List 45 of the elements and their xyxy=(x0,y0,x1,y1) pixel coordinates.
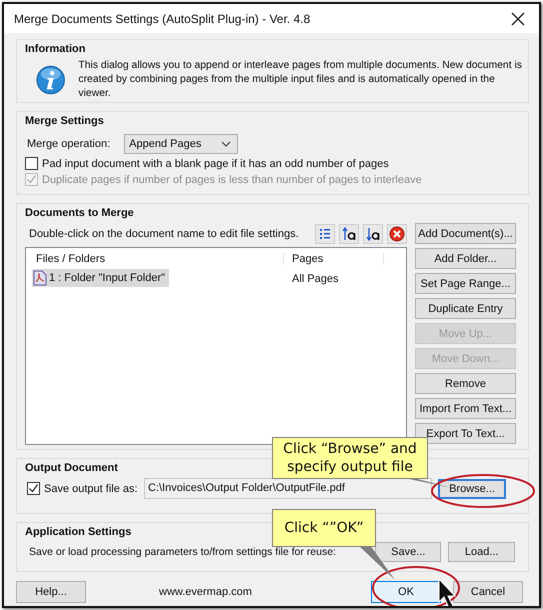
callout: Click “”OK” xyxy=(272,509,376,547)
delete-icon[interactable] xyxy=(387,224,407,244)
checkbox[interactable] xyxy=(27,482,40,495)
checkbox-label: Duplicate pages if number of pages is less than number of pages to interleave xyxy=(42,174,422,186)
checkbox-label: Save output file as: xyxy=(44,482,139,494)
side-button[interactable]: Set Page Range... xyxy=(415,273,516,294)
list-icon[interactable] xyxy=(315,224,335,244)
checkbox-label: Pad input document with a blank page if it has an odd number of pages xyxy=(42,158,389,170)
website-text: www.evermap.com xyxy=(159,586,253,598)
group-title: Information xyxy=(25,43,86,55)
settings-button[interactable]: Load... xyxy=(448,542,515,562)
column-header[interactable]: Pages xyxy=(284,253,384,265)
merge-operation-label: Merge operation: xyxy=(27,138,110,150)
information-text: This dialog allows you to append or interleave pages from multiple documents. New document is created by combining pages from the multiple input files and is automatically opened in the viewer. xyxy=(78,59,522,101)
cancel-button[interactable]: Cancel xyxy=(453,581,523,603)
callout: Click “Browse” and specify output file xyxy=(272,437,428,479)
side-button[interactable]: Add Folder... xyxy=(415,248,516,269)
side-button[interactable]: Remove xyxy=(415,373,516,394)
chevron-down-icon xyxy=(221,141,232,147)
ok-button[interactable]: OK xyxy=(371,581,441,603)
side-button[interactable]: Add Document(s)... xyxy=(415,223,516,244)
group-title: Documents to Merge xyxy=(25,207,134,219)
help-button[interactable]: Help... xyxy=(16,581,86,603)
settings-text: Save or load processing parameters to/from settings file for reuse: xyxy=(29,546,337,558)
settings-button[interactable]: Save... xyxy=(374,542,442,562)
pdf-file-icon xyxy=(33,270,47,286)
merge-operation-dropdown[interactable]: Append Pages xyxy=(124,134,238,154)
window-title: Merge Documents Settings (AutoSplit Plug-in) - Ver. 4.8 xyxy=(14,12,310,26)
move-up-icon[interactable] xyxy=(339,224,359,244)
hint-text: Double-click on the document name to edit file settings. xyxy=(29,228,299,240)
document-entry[interactable]: 1 : Folder "Input Folder" xyxy=(32,269,170,287)
side-button[interactable]: Export To Text... xyxy=(415,423,516,444)
group-title: Application Settings xyxy=(25,526,132,538)
output-path-field[interactable]: C:\Invoices\Output Folder\OutputFile.pdf xyxy=(144,478,432,499)
info-icon xyxy=(35,64,66,96)
column-header[interactable]: Files / Folders xyxy=(26,253,284,265)
table-cell-text: All Pages xyxy=(291,273,340,285)
side-button[interactable]: Import From Text... xyxy=(415,398,516,419)
checkbox[interactable] xyxy=(25,157,38,170)
browse-button[interactable]: Browse... xyxy=(438,478,506,498)
close-icon[interactable] xyxy=(511,12,525,26)
move-down-icon[interactable] xyxy=(363,224,383,244)
group-title: Merge Settings xyxy=(25,115,104,127)
group-title: Output Document xyxy=(25,462,118,474)
side-button[interactable]: Duplicate Entry xyxy=(415,298,516,319)
